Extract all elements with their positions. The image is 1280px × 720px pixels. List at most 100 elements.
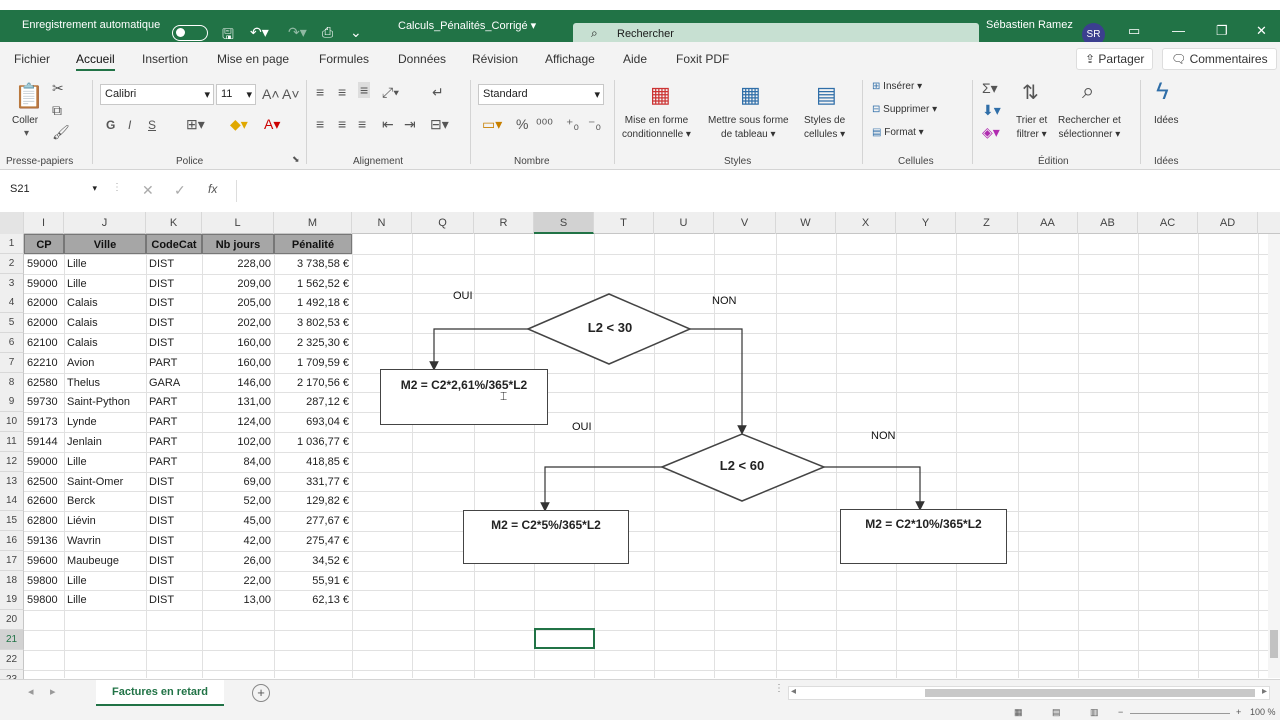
table-cell[interactable]: 62100 [24,333,64,353]
row-header[interactable]: 6 [0,333,24,353]
wrap-text-icon[interactable]: ↵ [432,84,444,101]
tab-formules[interactable]: Formules [319,52,369,66]
formula-box-2[interactable]: M2 = C2*5%/365*L2 [463,510,629,564]
horizontal-scrollbar[interactable]: ◂ ▸ [788,686,1270,700]
column-header[interactable]: K [146,212,202,234]
borders-icon[interactable]: ⊞▾ [186,116,205,133]
row-header[interactable]: 8 [0,372,24,393]
font-dialog-icon[interactable]: ⬊ [292,154,300,165]
column-header[interactable]: L [202,212,274,234]
format-as-table-label[interactable]: Mettre sous forme de tableau ▾ [708,114,789,142]
confirm-entry-icon[interactable]: ✓ [174,182,186,199]
column-header[interactable]: J [64,212,146,234]
name-box[interactable]: S21 ▾ [6,180,100,201]
row-header[interactable]: 21 [0,630,24,650]
align-middle-icon[interactable]: ≡ [338,84,346,100]
column-header[interactable]: AC [1138,212,1198,234]
align-top-icon[interactable]: ≡ [316,84,324,100]
tab-foxit-pdf[interactable]: Foxit PDF [676,52,729,66]
scroll-left-icon[interactable]: ◂ [791,686,796,697]
table-cell[interactable]: 52,00 [202,491,274,511]
tab-affichage[interactable]: Affichage [545,52,595,66]
table-header-cell[interactable]: Ville [64,234,146,254]
column-header[interactable]: N [352,212,412,234]
row-header[interactable]: 14 [0,491,24,512]
orientation-icon[interactable]: ⤢▾ [382,84,399,101]
table-cell[interactable]: 146,00 [202,373,274,393]
font-size-combo[interactable]: 11 ▾ [216,84,256,105]
align-right-icon[interactable]: ≡ [358,116,366,132]
table-cell[interactable]: DIST [146,491,202,511]
zoom-slider[interactable] [1130,713,1230,714]
row-header[interactable]: 22 [0,649,24,670]
table-cell[interactable]: 26,00 [202,551,274,571]
normal-view-icon[interactable]: ▦ [1014,707,1023,718]
zoom-in-icon[interactable]: + [1236,707,1241,717]
ribbon-display-icon[interactable]: ▭ [1128,23,1140,39]
page-break-icon[interactable]: ▥ [1090,707,1099,718]
thousands-icon[interactable]: ⁰⁰⁰ [536,116,553,133]
table-cell[interactable]: Lille [64,254,146,274]
format-as-table-icon[interactable]: ▦ [740,82,761,108]
table-cell[interactable]: 59600 [24,551,64,571]
table-cell[interactable]: 59800 [24,571,64,591]
row-header[interactable]: 20 [0,610,24,631]
insert-function-button[interactable]: fx [208,182,217,196]
align-bottom-icon[interactable]: ≡ [358,82,371,98]
find-select-label[interactable]: Rechercher et sélectionner ▾ [1058,114,1121,142]
table-cell[interactable]: 13,00 [202,590,274,610]
find-select-icon[interactable]: ⌕ [1082,78,1094,104]
table-cell[interactable]: GARA [146,373,202,393]
table-cell[interactable]: 62000 [24,313,64,333]
table-cell[interactable]: 62600 [24,491,64,511]
decrease-font-icon[interactable]: A˅ [282,86,300,102]
font-name-combo[interactable]: Calibri ▾ [100,84,214,105]
table-cell[interactable]: 62800 [24,511,64,531]
close-icon[interactable]: ✕ [1256,23,1267,39]
clear-icon[interactable]: ◈▾ [982,124,1000,141]
increase-decimal-icon[interactable]: ⁺₀ [566,116,579,133]
table-cell[interactable]: Lille [64,590,146,610]
row-header[interactable]: 11 [0,432,24,452]
table-cell[interactable]: 59000 [24,254,64,274]
undo-icon[interactable]: ↶▾ [250,24,269,41]
zoom-out-icon[interactable]: − [1118,707,1123,717]
decrease-indent-icon[interactable]: ⇤ [382,116,394,133]
autosum-icon[interactable]: Σ▾ [982,80,998,97]
copy-icon[interactable]: ⧉ [52,102,62,119]
table-cell[interactable]: PART [146,452,202,472]
row-header[interactable]: 19 [0,590,24,611]
table-cell[interactable]: 331,77 € [274,472,352,492]
table-cell[interactable]: 693,04 € [274,412,352,432]
number-format-combo[interactable]: Standard ▾ [478,84,604,105]
table-header-cell[interactable]: Pénalité [274,234,352,254]
table-cell[interactable]: Lille [64,274,146,294]
percent-icon[interactable]: % [516,116,528,132]
table-cell[interactable]: 59730 [24,392,64,412]
table-cell[interactable]: Lille [64,571,146,591]
conditional-format-label[interactable]: Mise en forme conditionnelle ▾ [622,114,691,142]
row-header[interactable]: 15 [0,511,24,532]
column-header[interactable]: M [274,212,352,234]
table-cell[interactable]: Saint-Omer [64,472,146,492]
scroll-right-icon[interactable]: ▸ [1262,686,1267,697]
expand-icon[interactable]: ⋮ [112,182,122,193]
table-cell[interactable]: 62500 [24,472,64,492]
table-cell[interactable]: 131,00 [202,392,274,412]
column-header[interactable]: V [714,212,776,234]
table-cell[interactable]: 124,00 [202,412,274,432]
tab-fichier[interactable]: Fichier [14,52,50,66]
tab-revision[interactable]: Révision [472,52,518,66]
table-cell[interactable]: 2 170,56 € [274,373,352,393]
comments-button[interactable]: 🗨 Commentaires [1162,48,1277,70]
row-header[interactable]: 2 [0,253,24,274]
table-cell[interactable]: 59000 [24,452,64,472]
document-title[interactable]: Calculs_Pénalités_Corrigé ▾ [398,19,536,32]
increase-indent-icon[interactable]: ⇥ [404,116,416,133]
insert-button[interactable]: ⊞ Insérer ▾ [872,80,922,94]
table-cell[interactable]: 62580 [24,373,64,393]
table-cell[interactable]: DIST [146,472,202,492]
print-icon[interactable]: ⎙ [322,24,333,41]
paste-icon[interactable]: 📋 [14,82,44,111]
bold-button[interactable]: G [106,118,115,132]
